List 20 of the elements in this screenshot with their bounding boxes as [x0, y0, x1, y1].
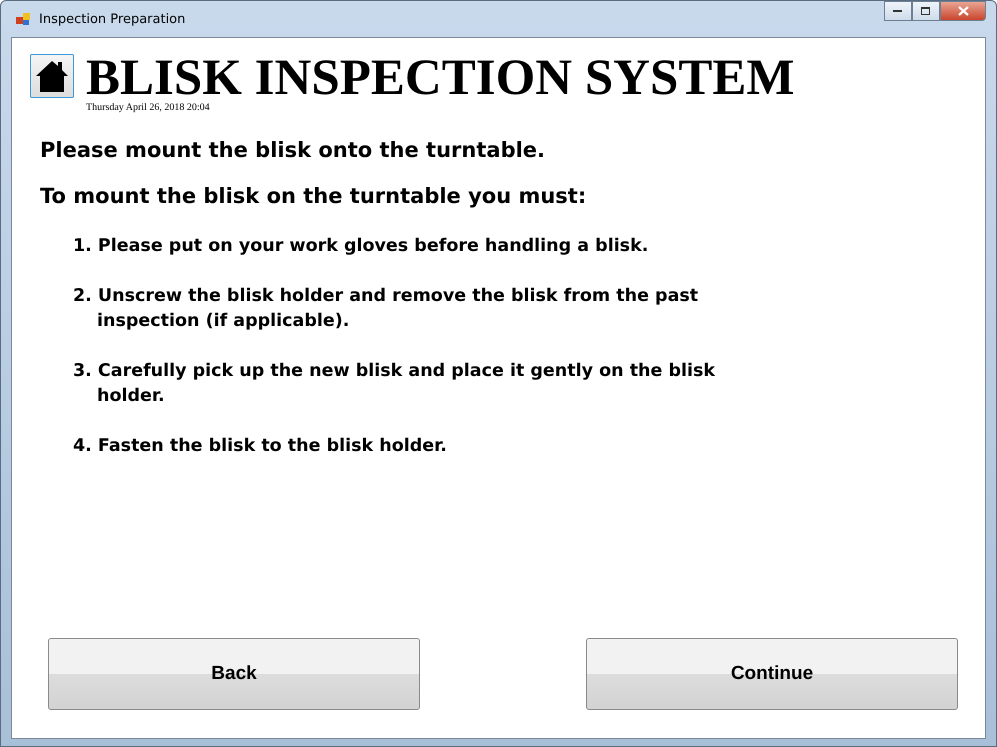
instruction-step: 4. Fasten the blisk to the blisk holder. — [73, 434, 747, 459]
close-button[interactable] — [940, 1, 986, 21]
close-icon — [958, 6, 968, 16]
back-button[interactable]: Back — [48, 638, 420, 710]
home-button[interactable] — [30, 54, 74, 98]
instruction-step: 3. Carefully pick up the new blisk and place it gently on the blisk holder. — [73, 359, 747, 409]
minimize-icon — [893, 9, 903, 13]
instruction-step: 1. Please put on your work gloves before handling a blisk. — [73, 234, 747, 259]
continue-button[interactable]: Continue — [586, 638, 958, 710]
app-title: BLISK INSPECTION SYSTEM — [86, 54, 795, 102]
instruction-subheading: To mount the blisk on the turntable you must: — [39, 184, 588, 208]
instruction-heading: Please mount the blisk onto the turntable. — [39, 138, 546, 162]
app-icon — [15, 11, 31, 27]
home-icon — [35, 59, 69, 93]
date-time: Thursday April 26, 2018 20:04 — [86, 102, 211, 114]
window-title: Inspection Preparation — [39, 12, 186, 26]
maximize-button[interactable] — [912, 1, 940, 21]
instruction-step: 2. Unscrew the blisk holder and remove the blisk from the past inspection (if applicable). — [73, 284, 747, 334]
minimize-button[interactable] — [884, 1, 912, 21]
maximize-icon — [921, 6, 931, 16]
